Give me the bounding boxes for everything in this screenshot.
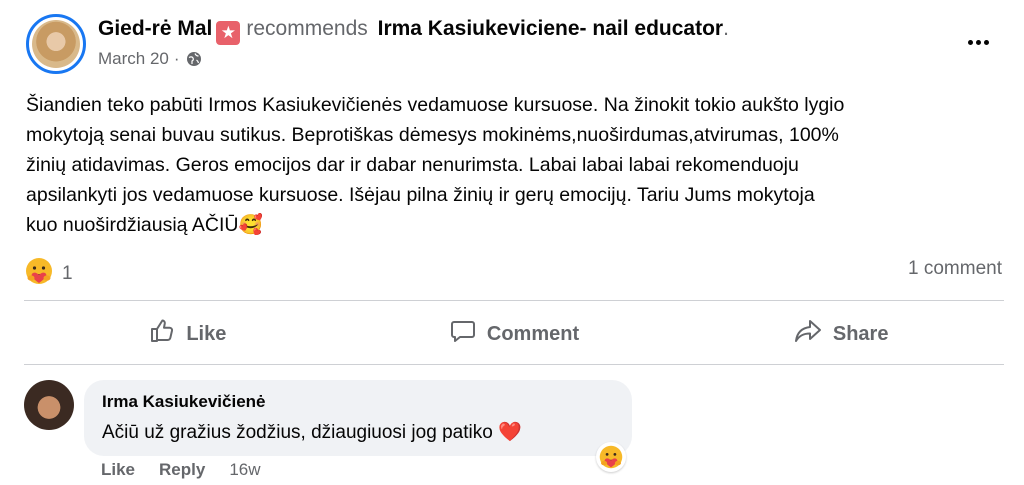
meta-separator: · (173, 49, 180, 68)
commenter-avatar[interactable] (24, 380, 74, 430)
comment-label: Comment (486, 322, 580, 345)
comment-button[interactable]: Comment (351, 308, 678, 360)
comment-actions: Like Reply 16w (101, 460, 261, 480)
post-date[interactable]: March 20 (98, 49, 169, 69)
divider-bottom (24, 364, 1004, 365)
care-reaction-icon (24, 256, 54, 292)
reactions-summary[interactable]: 1 (24, 256, 73, 292)
reaction-count: 1 (62, 263, 73, 284)
post-body-text: Šiandien teko pabūti Irmos Kasiukevičien… (26, 94, 845, 236)
author-avatar[interactable] (26, 14, 86, 74)
comments-count-link[interactable]: 1 comment (908, 258, 1002, 280)
more-options-icon[interactable] (960, 30, 996, 54)
like-label: Like (186, 322, 227, 345)
globe-icon (186, 51, 202, 67)
comment-bubble-icon (449, 317, 477, 351)
share-arrow-icon (793, 317, 823, 351)
care-reaction-icon[interactable] (596, 442, 626, 472)
post-header: Gied-rė Mal ★ recommends Irma Kasiukevicie… (98, 15, 729, 45)
thumbs-up-icon (148, 317, 176, 351)
divider-top (24, 300, 1004, 301)
comment-text: Ačiū už gražius žodžius, džiaugiuosi jog… (102, 422, 522, 443)
recommends-text: recommends (246, 17, 368, 40)
page-name-link[interactable]: Irma Kasiukeviciene- nail educator (378, 17, 723, 40)
comment-bubble: Irma Kasiukevičienė Ačiū už gražius žodž… (84, 380, 632, 456)
author-name[interactable]: Gied-rė Mal (98, 17, 212, 40)
post-actions-bar: Like Comment Share (24, 308, 1004, 360)
commenter-name[interactable]: Irma Kasiukevičienė (102, 392, 265, 412)
header-period: . (723, 17, 729, 40)
share-label: Share (832, 322, 889, 345)
share-button[interactable]: Share (677, 308, 1004, 360)
comment-reply-button[interactable]: Reply (159, 460, 205, 480)
comment-like-button[interactable]: Like (101, 460, 135, 480)
post-meta: March 20 · (98, 49, 202, 69)
like-button[interactable]: Like (24, 308, 351, 360)
comment-age[interactable]: 16w (229, 460, 260, 480)
star-icon: ★ (216, 21, 241, 45)
